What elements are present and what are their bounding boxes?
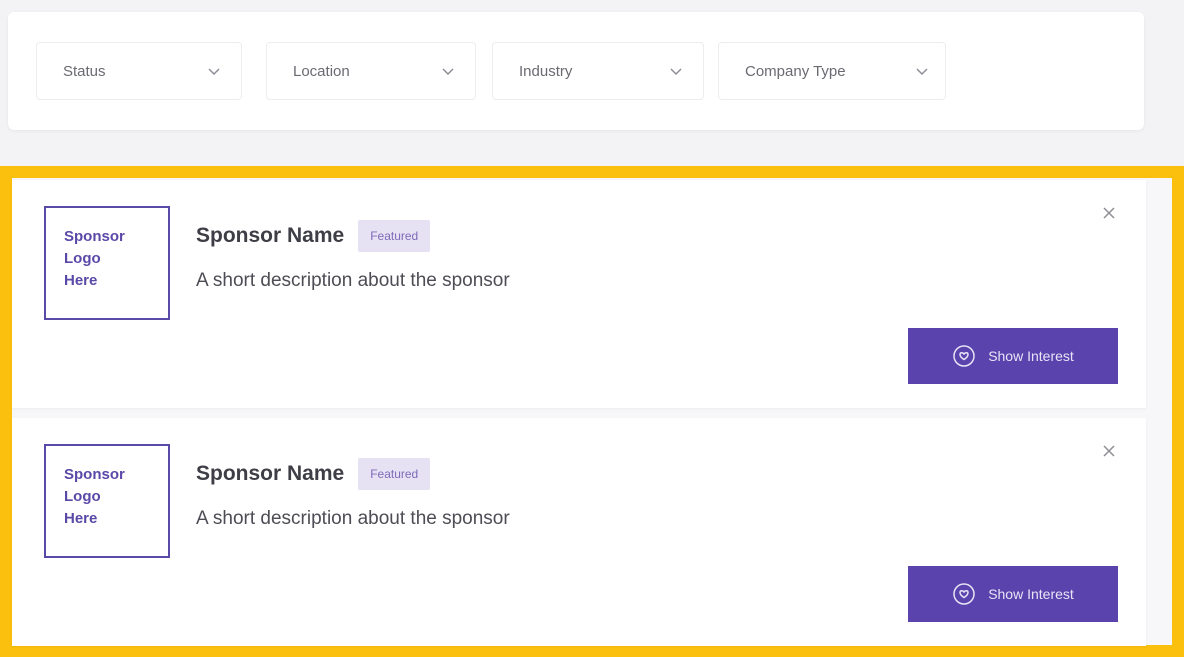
sponsor-description: A short description about the sponsor	[196, 508, 510, 529]
logo-text-line: Sponsor	[64, 466, 125, 483]
company-type-filter-label: Company Type	[745, 62, 846, 80]
logo-text-line: Here	[64, 510, 98, 527]
sponsor-description: A short description about the sponsor	[196, 270, 510, 291]
status-filter-label: Status	[63, 62, 106, 80]
page: Status Location Industry Company Type Sp…	[0, 0, 1184, 657]
sponsor-name: Sponsor Name	[196, 224, 345, 247]
featured-badge: Featured	[358, 458, 431, 490]
logo-text-line: Logo	[64, 488, 101, 505]
status-filter-dropdown[interactable]: Status	[36, 42, 242, 100]
industry-filter-dropdown[interactable]: Industry	[492, 42, 704, 100]
chevron-down-icon	[669, 64, 683, 78]
show-interest-label: Show Interest	[988, 348, 1074, 364]
logo-text-line: Logo	[64, 250, 101, 267]
location-filter-label: Location	[293, 62, 350, 80]
chevron-down-icon	[915, 64, 929, 78]
close-icon[interactable]	[1100, 442, 1118, 460]
sponsor-card: Sponsor Logo Here Sponsor Name Featured …	[12, 418, 1146, 646]
location-filter-dropdown[interactable]: Location	[266, 42, 476, 100]
filter-bar: Status Location Industry Company Type	[8, 12, 1144, 130]
show-interest-button[interactable]: Show Interest	[908, 566, 1118, 622]
sponsor-logo-placeholder: Sponsor Logo Here	[44, 444, 170, 558]
sponsor-logo-placeholder: Sponsor Logo Here	[44, 206, 170, 320]
sponsor-card: Sponsor Logo Here Sponsor Name Featured …	[12, 180, 1146, 408]
logo-text-line: Here	[64, 272, 98, 289]
sponsor-name-row: Sponsor Name Featured	[196, 220, 431, 252]
show-interest-label: Show Interest	[988, 586, 1074, 602]
sponsor-name: Sponsor Name	[196, 462, 345, 485]
featured-badge: Featured	[358, 220, 431, 252]
chevron-down-icon	[207, 64, 221, 78]
heart-hand-icon	[952, 581, 978, 607]
show-interest-button[interactable]: Show Interest	[908, 328, 1118, 384]
logo-text-line: Sponsor	[64, 228, 125, 245]
close-icon[interactable]	[1100, 204, 1118, 222]
chevron-down-icon	[441, 64, 455, 78]
company-type-filter-dropdown[interactable]: Company Type	[718, 42, 946, 100]
heart-hand-icon	[952, 343, 978, 369]
sponsor-name-row: Sponsor Name Featured	[196, 458, 431, 490]
industry-filter-label: Industry	[519, 62, 573, 80]
